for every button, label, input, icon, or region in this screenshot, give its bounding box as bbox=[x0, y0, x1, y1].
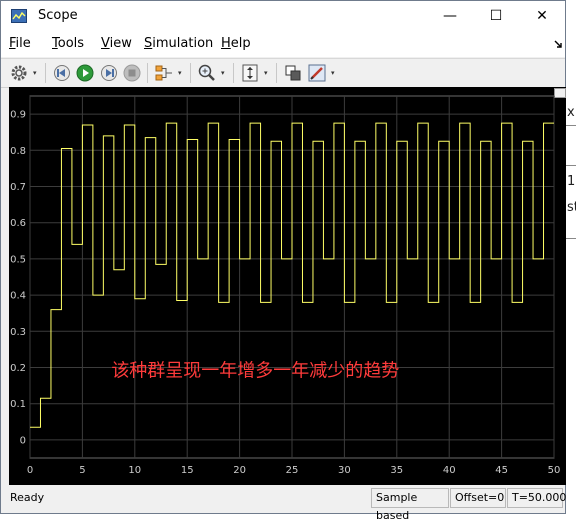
background-fragment: 1 bbox=[567, 174, 576, 189]
highlight-icon[interactable] bbox=[283, 63, 303, 83]
dock-arrow-icon[interactable] bbox=[554, 40, 563, 49]
background-divider bbox=[566, 165, 576, 166]
zoom-icon[interactable] bbox=[197, 63, 217, 83]
x-tick-label: 30 bbox=[338, 465, 351, 476]
gear-icon[interactable] bbox=[9, 63, 29, 83]
toolbar-separator bbox=[45, 63, 46, 83]
toolbar-separator bbox=[147, 63, 148, 83]
menu-simulation-label: imulation bbox=[152, 36, 214, 51]
toolbar-separator bbox=[233, 63, 234, 83]
window-title: Scope bbox=[38, 8, 78, 23]
background-window bbox=[566, 0, 576, 514]
y-tick-label: 0.3 bbox=[10, 327, 26, 338]
background-fragment: st bbox=[567, 200, 576, 215]
y-tick-label: 0.1 bbox=[10, 399, 26, 410]
y-tick-label: 0.2 bbox=[10, 363, 26, 374]
autoscale-dropdown-icon[interactable]: ▾ bbox=[264, 68, 271, 78]
scope-app-icon bbox=[11, 9, 27, 23]
status-offset: Offset=0 bbox=[450, 488, 506, 508]
maximize-button[interactable]: ☐ bbox=[473, 1, 519, 31]
y-tick-label: 0.6 bbox=[10, 218, 26, 229]
menu-tools-label: ools bbox=[57, 36, 85, 51]
x-tick-label: 40 bbox=[443, 465, 456, 476]
x-tick-label: 15 bbox=[181, 465, 194, 476]
autoscale-icon[interactable] bbox=[240, 63, 260, 83]
menu-help-label: elp bbox=[230, 36, 251, 51]
minimize-button[interactable]: — bbox=[427, 1, 473, 31]
menu-bar: File Tools View Simulation Help bbox=[1, 31, 565, 57]
menu-view-key: V bbox=[101, 36, 110, 51]
y-tick-label: 0.7 bbox=[10, 182, 26, 193]
menu-simulation[interactable]: Simulation bbox=[144, 36, 213, 51]
status-ready: Ready bbox=[10, 491, 45, 504]
zoom-dropdown-icon[interactable]: ▾ bbox=[221, 68, 228, 78]
toolbar: ▾ ▾ ▾ ▾ ▾ bbox=[1, 58, 565, 88]
background-divider bbox=[566, 238, 576, 239]
step-back-icon[interactable] bbox=[52, 63, 72, 83]
title-bar[interactable]: Scope — ☐ ✕ bbox=[1, 1, 565, 31]
x-tick-label: 45 bbox=[495, 465, 508, 476]
y-tick-label: 0.9 bbox=[10, 110, 26, 121]
step-forward-icon[interactable] bbox=[99, 63, 119, 83]
signal-selector-icon[interactable] bbox=[154, 63, 174, 83]
menu-help[interactable]: Help bbox=[221, 36, 251, 51]
background-divider bbox=[566, 125, 576, 126]
scope-plot[interactable]: 0 5 10 15 20 25 30 35 40 45 50 0 0.1 0.2 0.3 0.4 0.5 0.6 0… bbox=[9, 87, 565, 485]
x-tick-label: 20 bbox=[233, 465, 246, 476]
annotation-text: 该种群呈现一年增多一年减少的趋势 bbox=[111, 361, 399, 382]
status-sample-mode: Sample based bbox=[371, 488, 449, 522]
menu-file-label: ile bbox=[15, 36, 31, 51]
scope-window: Scope — ☐ ✕ File Tools View Simulation H… bbox=[0, 0, 567, 522]
close-button[interactable]: ✕ bbox=[519, 1, 565, 31]
menu-view[interactable]: View bbox=[101, 36, 132, 51]
x-tick-label: 0 bbox=[27, 465, 33, 476]
x-tick-label: 35 bbox=[390, 465, 403, 476]
menu-tools[interactable]: Tools bbox=[52, 36, 84, 51]
y-tick-label: 0 bbox=[20, 435, 26, 446]
stop-icon[interactable] bbox=[122, 63, 142, 83]
run-icon[interactable] bbox=[75, 63, 95, 83]
menu-help-key: H bbox=[221, 36, 231, 51]
status-time: T=50.000 bbox=[507, 488, 566, 508]
menu-view-label: iew bbox=[109, 36, 132, 51]
gear-dropdown-icon[interactable]: ▾ bbox=[33, 68, 40, 78]
menu-file[interactable]: File bbox=[9, 36, 31, 51]
status-bar: Ready Sample based Offset=0 T=50.000 bbox=[1, 485, 566, 522]
toolbar-separator bbox=[276, 63, 277, 83]
style-dropdown-icon[interactable]: ▾ bbox=[331, 68, 338, 78]
signal-selector-dropdown-icon[interactable]: ▾ bbox=[178, 68, 185, 78]
y-tick-label: 0.8 bbox=[10, 146, 26, 157]
style-icon[interactable] bbox=[307, 63, 327, 83]
x-tick-label: 5 bbox=[79, 465, 85, 476]
y-tick-label: 0.4 bbox=[10, 291, 26, 302]
x-tick-label: 50 bbox=[548, 465, 561, 476]
background-fragment: x bbox=[567, 105, 575, 120]
x-tick-label: 25 bbox=[286, 465, 299, 476]
y-tick-label: 0.5 bbox=[10, 254, 26, 265]
x-tick-label: 10 bbox=[128, 465, 141, 476]
toolbar-separator bbox=[190, 63, 191, 83]
